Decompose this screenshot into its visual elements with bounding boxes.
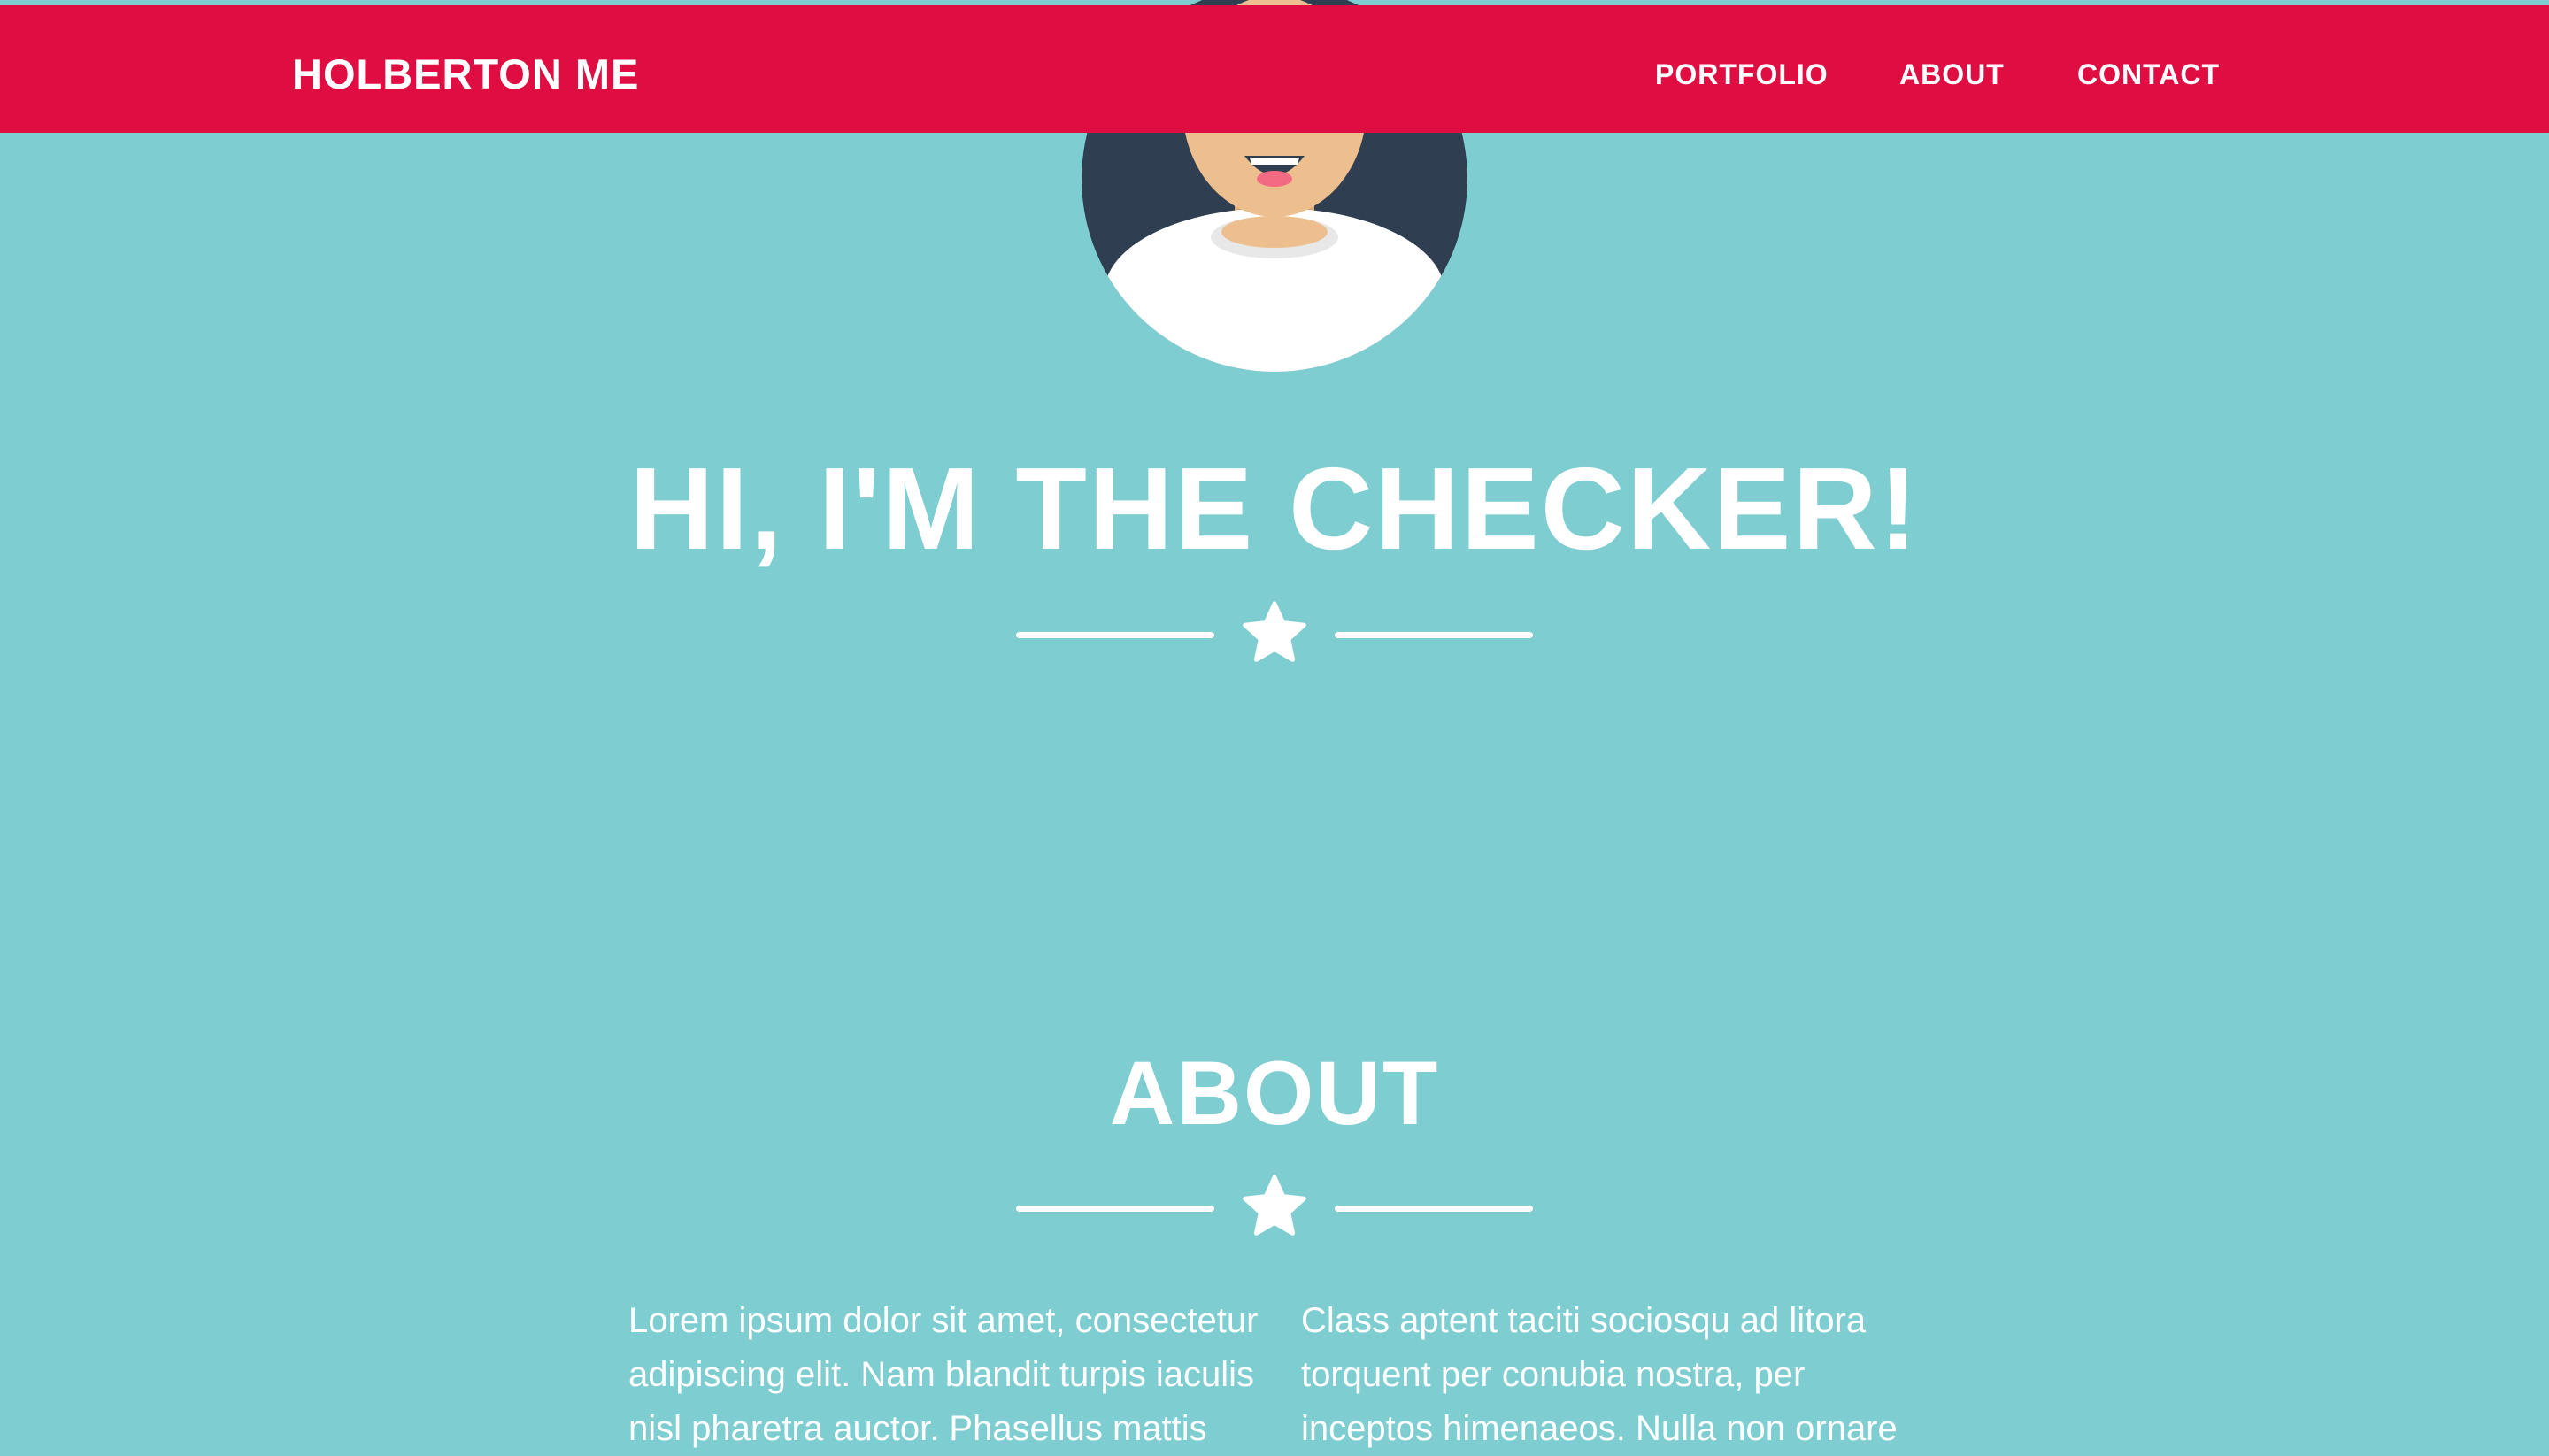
navbar: HOLBERTON ME PORTFOLIO ABOUT CONTACT	[0, 5, 2549, 133]
nav-link-about[interactable]: ABOUT	[1899, 48, 2005, 101]
about-text-right: Class aptent taciti sociosqu ad litora t…	[1301, 1301, 1898, 1448]
divider-line-left	[1016, 632, 1214, 638]
about-text-left: Lorem ipsum dolor sit amet, consectetur …	[628, 1301, 1259, 1448]
divider-line-right	[1335, 632, 1533, 638]
avatar-teeth	[1250, 158, 1299, 165]
brand-link[interactable]: HOLBERTON ME	[292, 48, 639, 101]
hero-title: HI, I'M THE CHECKER!	[629, 443, 1920, 574]
nav-link-portfolio[interactable]: PORTFOLIO	[1655, 48, 1829, 101]
avatar-collar-skin	[1221, 216, 1328, 248]
divider-line-right	[1335, 1206, 1533, 1212]
divider-line-left	[1016, 1206, 1214, 1212]
nav-link-contact[interactable]: CONTACT	[2077, 48, 2220, 101]
about-divider	[1013, 1173, 1536, 1244]
nav-links: PORTFOLIO ABOUT CONTACT	[1611, 48, 2230, 101]
avatar-tongue	[1257, 171, 1292, 187]
star-icon	[1243, 1175, 1306, 1236]
about-title: ABOUT	[1109, 1043, 1440, 1144]
hero-divider	[1013, 599, 1536, 670]
star-icon	[1243, 601, 1306, 662]
